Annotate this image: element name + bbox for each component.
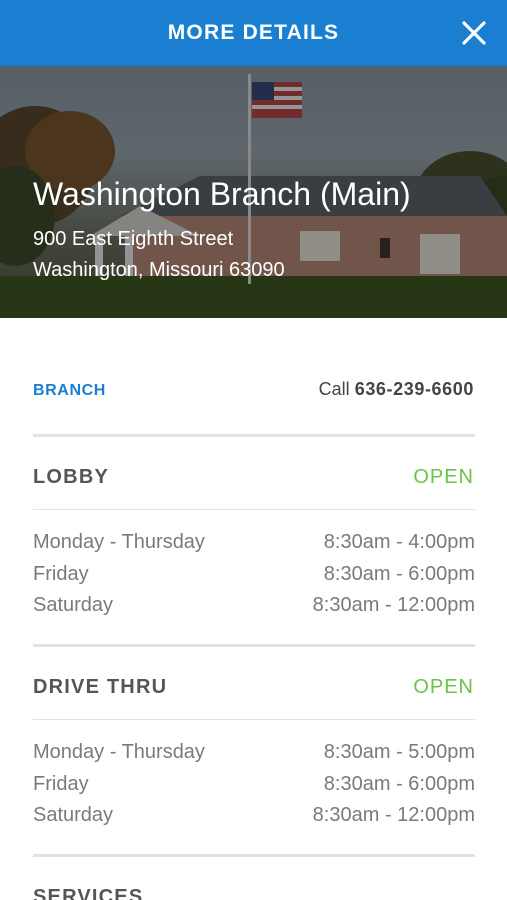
hours-time: 8:30am - 12:00pm bbox=[312, 804, 475, 826]
hours-days: Friday bbox=[33, 563, 89, 585]
drive-thru-status-badge: OPEN bbox=[413, 676, 474, 698]
call-label: Call bbox=[318, 379, 350, 399]
hours-days: Monday - Thursday bbox=[33, 741, 205, 763]
hours-days: Friday bbox=[33, 773, 89, 795]
hours-days: Saturday bbox=[33, 804, 114, 826]
hours-days: Monday - Thursday bbox=[33, 531, 205, 553]
hours-time: 8:30am - 12:00pm bbox=[312, 594, 475, 616]
hours-days: Saturday bbox=[33, 594, 114, 616]
call-link[interactable]: Call 636-239-6600 bbox=[319, 379, 474, 400]
page-title: MORE DETAILS bbox=[167, 21, 340, 44]
divider bbox=[33, 509, 475, 510]
branch-name: Washington Branch (Main) bbox=[33, 176, 411, 212]
address-line-2: Washington, Missouri 63090 bbox=[33, 259, 285, 281]
close-icon[interactable] bbox=[461, 20, 487, 46]
drive-thru-title: DRIVE THRU bbox=[33, 676, 168, 698]
branch-hero-image: Washington Branch (Main) 900 East Eighth… bbox=[0, 66, 507, 318]
services-title: SERVICES bbox=[33, 886, 144, 900]
divider bbox=[33, 644, 475, 647]
lobby-status-badge: OPEN bbox=[413, 466, 474, 488]
lobby-title: LOBBY bbox=[33, 466, 109, 488]
hours-time: 8:30am - 4:00pm bbox=[323, 531, 475, 553]
hours-time: 8:30am - 6:00pm bbox=[323, 773, 475, 795]
branch-type-label: BRANCH bbox=[33, 382, 106, 399]
hours-time: 8:30am - 5:00pm bbox=[323, 741, 475, 763]
top-bar: MORE DETAILS bbox=[0, 0, 507, 66]
divider bbox=[33, 719, 475, 720]
phone-number[interactable]: 636-239-6600 bbox=[355, 379, 474, 399]
address-line-1: 900 East Eighth Street bbox=[33, 228, 234, 250]
hours-time: 8:30am - 6:00pm bbox=[323, 563, 475, 585]
divider bbox=[33, 854, 475, 857]
divider bbox=[33, 434, 475, 437]
